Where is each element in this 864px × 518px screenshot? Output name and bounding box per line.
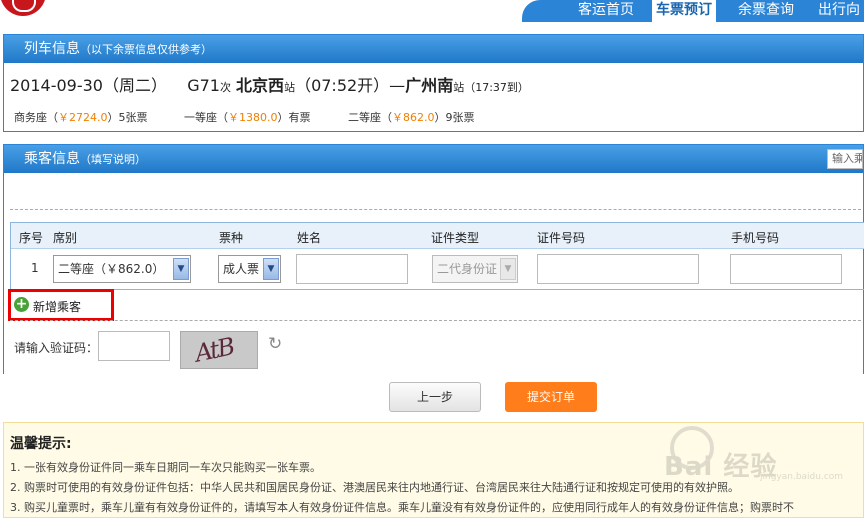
row-index: 1 xyxy=(31,261,39,275)
from-station: 北京西 xyxy=(236,76,285,95)
to-station: 广州南 xyxy=(405,76,454,95)
nav-home[interactable]: 客运首页 xyxy=(578,0,634,22)
fill-help-link[interactable]: （填写说明） xyxy=(80,153,146,166)
divider xyxy=(10,209,861,210)
name-input[interactable] xyxy=(296,254,408,284)
seat-business: 商务座（￥2724.0）5张票 xyxy=(14,111,148,124)
baidu-watermark: Bai 经验 jingyan.baidu.com xyxy=(660,426,860,482)
train-summary: 2014-09-30（周二） G71次 北京西站（07:52开）—广州南站（17… xyxy=(10,76,529,95)
nav-travel[interactable]: 出行向 xyxy=(818,0,860,22)
travel-date: 2014-09-30（周二） xyxy=(10,76,167,95)
id-number-input[interactable] xyxy=(537,254,699,284)
passenger-search-input[interactable]: 输入乘 xyxy=(827,149,863,169)
depart-time: （07:52开）— xyxy=(295,76,406,95)
add-passenger-button[interactable]: + 新增乘客 xyxy=(8,289,114,321)
refresh-icon[interactable]: ↻ xyxy=(268,334,282,354)
nav-remaining[interactable]: 余票查询 xyxy=(738,0,794,22)
tip-line-3: 3. 购买儿童票时，乘车儿童有有效身份证件的，请填写本人有效身份证件信息。乘车儿… xyxy=(10,501,794,514)
train-info-title: 列车信息 xyxy=(24,41,80,57)
captcha-image[interactable]: AtB xyxy=(180,331,258,369)
table-header: 序号 席别 票种 姓名 证件类型 证件号码 手机号码 xyxy=(11,223,864,249)
captcha-label: 请输入验证码： xyxy=(14,341,99,355)
prev-step-button[interactable]: 上一步 xyxy=(389,382,481,412)
top-bar: 客运首页 车票预订 余票查询 出行向 xyxy=(0,0,864,22)
phone-input[interactable] xyxy=(730,254,842,284)
ticket-type-select[interactable]: 成人票 ▼ xyxy=(218,255,281,283)
captcha-input[interactable] xyxy=(98,331,170,361)
tips-title: 温馨提示: xyxy=(10,436,72,452)
passenger-title: 乘客信息 xyxy=(24,151,80,167)
nav-booking[interactable]: 车票预订 xyxy=(652,0,716,22)
passenger-header: 乘客信息（填写说明） 输入乘 xyxy=(4,145,863,173)
table-row: 1 二等座（￥862.0） ▼ 成人票 ▼ 二代身份证 ▼ xyxy=(11,249,864,289)
divider xyxy=(10,320,861,321)
passenger-table: 序号 席别 票种 姓名 证件类型 证件号码 手机号码 1 二等座（￥862.0）… xyxy=(10,222,864,290)
main-nav: 客运首页 车票预订 余票查询 出行向 xyxy=(522,0,864,22)
plus-icon: + xyxy=(14,296,29,312)
id-type-select: 二代身份证 ▼ xyxy=(432,255,518,283)
train-info-header: 列车信息（以下余票信息仅供参考） xyxy=(4,35,863,63)
chevron-down-icon[interactable]: ▼ xyxy=(263,258,279,280)
seat-first: 一等座（￥1380.0）有票 xyxy=(184,111,311,124)
arrive-time: （17:37到） xyxy=(464,81,529,94)
submit-order-button[interactable]: 提交订单 xyxy=(505,382,597,412)
train-number: G71 xyxy=(187,76,220,95)
train-info-subtitle: （以下余票信息仅供参考） xyxy=(80,43,212,56)
tip-line-2: 2. 购票时可使用的有效身份证件包括：中华人民共和国居民身份证、港澳居民来往内地… xyxy=(10,481,739,494)
chevron-down-icon: ▼ xyxy=(500,258,516,280)
chevron-down-icon[interactable]: ▼ xyxy=(173,258,189,280)
seat-second: 二等座（￥862.0）9张票 xyxy=(348,111,475,124)
tip-line-1: 1. 一张有效身份证件同一乘车日期同一车次只能购买一张车票。 xyxy=(10,461,321,474)
railway-logo-icon[interactable] xyxy=(0,0,46,16)
seat-type-select[interactable]: 二等座（￥862.0） ▼ xyxy=(53,255,191,283)
